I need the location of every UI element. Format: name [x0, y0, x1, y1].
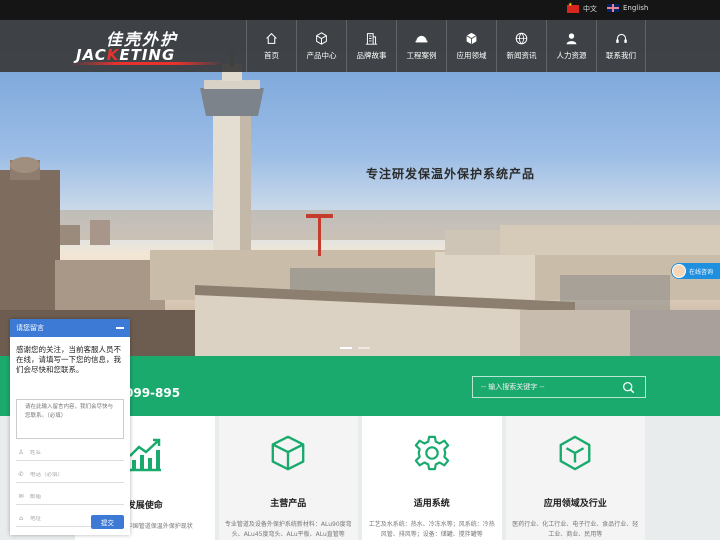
card-industries-title: 应用领域及行业 [543, 499, 607, 509]
nav-label-hr: 人力资源 [556, 50, 587, 60]
nav-label-applications: 应用领域 [456, 50, 487, 60]
nav-item-hr[interactable]: 人力资源 [546, 20, 596, 72]
helmet-icon [415, 35, 428, 42]
submit-button[interactable]: 提交 [91, 515, 124, 529]
card-systems-title: 适用系统 [413, 499, 450, 509]
nav-label-products: 产品中心 [306, 50, 337, 60]
message-panel-title: 请您留言 [16, 324, 44, 332]
hotline-number: 099-895 [125, 386, 181, 400]
minimize-icon[interactable] [116, 327, 124, 329]
person-icon [566, 32, 577, 44]
slider-dot-2[interactable] [358, 347, 370, 349]
nav-label-news: 新闻资讯 [506, 50, 537, 60]
slider-dot-1[interactable] [340, 347, 352, 349]
message-textarea[interactable] [16, 399, 124, 439]
nav-item-news[interactable]: 新闻资讯 [496, 20, 546, 72]
phone-field: ✆ [16, 467, 124, 483]
nav-label-home: 首页 [264, 50, 279, 60]
cube-icon [316, 31, 327, 45]
search-input[interactable] [473, 377, 613, 397]
cube-icon [271, 435, 305, 471]
phone-input[interactable] [26, 471, 116, 478]
site-header: 佳壳外护 JACKETING 首页 产品中心 品牌故事 工程案例 应用领域 新闻… [0, 20, 720, 72]
lang-chinese-link[interactable]: 中文 [567, 2, 597, 14]
location-icon: ⌂ [19, 515, 23, 522]
phone-icon: ✆ [18, 471, 24, 478]
hex-cube-icon [559, 435, 591, 471]
nav-item-contact[interactable]: 联系我们 [596, 20, 646, 72]
nav-item-products[interactable]: 产品中心 [296, 20, 346, 72]
home-icon [266, 32, 277, 44]
search-box [472, 376, 646, 398]
card-systems-desc: 工艺及水系统：热水、冷冻水等；风系统：冷热风管、排风等；设备：储罐、搅拌罐等 [368, 521, 495, 538]
nav-label-cases: 工程案例 [406, 50, 437, 60]
nav-item-applications[interactable]: 应用领域 [446, 20, 496, 72]
card-industries-desc: 医药行业、化工行业、电子行业、食品行业、轻工业、商业、民用等 [512, 521, 639, 538]
card-industries[interactable]: 应用领域及行业 医药行业、化工行业、电子行业、食品行业、轻工业、商业、民用等 [505, 416, 645, 540]
name-field: ♙ [16, 445, 124, 461]
card-mission-title: 发展使命 [126, 501, 163, 511]
uk-flag-icon [607, 4, 619, 12]
slider-dots [340, 347, 370, 349]
online-consult-label: 在线咨询 [689, 268, 714, 276]
name-input[interactable] [26, 449, 116, 456]
language-bar: 中文 English [0, 0, 720, 20]
nav-item-cases[interactable]: 工程案例 [396, 20, 446, 72]
logo-swoosh [71, 62, 223, 65]
headset-icon [615, 33, 627, 43]
email-icon: ✉ [18, 493, 24, 500]
card-products-title: 主营产品 [270, 499, 307, 509]
box-icon [466, 32, 477, 44]
online-consult-button[interactable]: 在线咨询 [671, 263, 720, 279]
nav-label-brand: 品牌故事 [356, 50, 387, 60]
card-products[interactable]: 主营产品 专业管道及设备外保护系统新材料：ALu90度弯头、ALu45度弯头、A… [218, 416, 358, 540]
site-logo[interactable]: 佳壳外护 JACKETING [71, 26, 223, 68]
nav-item-home[interactable]: 首页 [246, 20, 296, 72]
card-products-desc: 专业管道及设备外保护系统新材料：ALu90度弯头、ALu45度弯头、ALu平板、… [224, 521, 352, 538]
lang-chinese-label: 中文 [583, 5, 597, 13]
card-systems[interactable]: 适用系统 工艺及水系统：热水、冷冻水等；风系统：冷热风管、排风等；设备：储罐、搅… [362, 416, 502, 540]
message-notice: 感谢您的关注，当前客服人员不在线，请填写一下您的信息，我们会尽快和您联系。 [16, 345, 121, 374]
email-field: ✉ [16, 489, 124, 505]
user-icon: ♙ [18, 449, 24, 456]
nav-item-brand[interactable]: 品牌故事 [346, 20, 396, 72]
globe-icon [515, 32, 528, 44]
message-panel-header: 请您留言 [10, 319, 130, 337]
email-input[interactable] [26, 493, 116, 500]
feature-cards: 发展使命 使命，改变中国管道保温外保护现状 主营产品 专业管道及设备外保护系统新… [75, 416, 645, 540]
lang-english-link[interactable]: English [607, 4, 648, 12]
gear-icon [414, 435, 449, 471]
search-button[interactable] [613, 377, 643, 397]
lang-english-label: English [623, 4, 649, 12]
hero-slogan: 专注研发保温外保护系统产品 [366, 167, 536, 181]
building-icon [365, 32, 378, 45]
china-flag-icon [567, 2, 579, 13]
search-icon [622, 381, 634, 393]
nav-label-contact: 联系我们 [606, 50, 636, 60]
support-avatar [672, 264, 686, 278]
message-panel: 请您留言 感谢您的关注，当前客服人员不在线，请填写一下您的信息，我们会尽快和您联… [10, 319, 130, 535]
chart-growth-icon [128, 438, 161, 472]
main-nav: 首页 产品中心 品牌故事 工程案例 应用领域 新闻资讯 人力资源 联系我们 [246, 20, 646, 72]
